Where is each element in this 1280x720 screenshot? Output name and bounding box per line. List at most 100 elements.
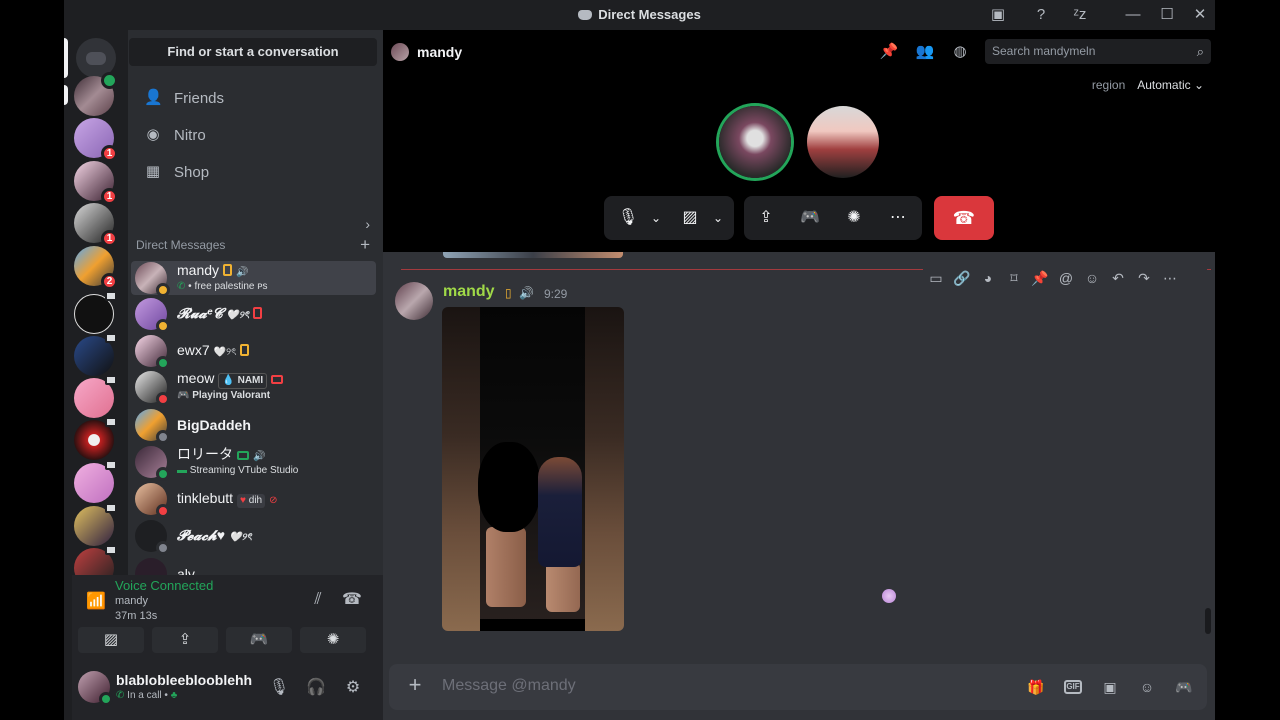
server-10[interactable] bbox=[74, 460, 117, 503]
mobile-icon bbox=[253, 306, 263, 319]
camera-button[interactable]: ▨ bbox=[78, 627, 144, 653]
message-input[interactable]: Message @mandy bbox=[442, 677, 576, 695]
region-selector[interactable]: region Automatic ⌄ bbox=[1092, 78, 1204, 92]
dm-item-meow[interactable]: meow 💧 NAMI 🎮 Playing Valorant bbox=[131, 370, 376, 406]
user-profile-icon[interactable]: ◍ bbox=[950, 42, 970, 62]
voice-status[interactable]: Voice Connected bbox=[115, 578, 213, 593]
sticker-icon[interactable]: ▣ bbox=[1099, 676, 1121, 698]
server-4[interactable]: 1 bbox=[74, 203, 118, 247]
close-icon[interactable]: ✕ bbox=[1190, 5, 1210, 25]
avatar[interactable] bbox=[395, 282, 433, 320]
voice-channel: mandy bbox=[115, 595, 149, 607]
inbox-icon[interactable]: ▣ bbox=[988, 5, 1008, 25]
disconnect-icon[interactable]: ☎ bbox=[341, 589, 363, 611]
minimize-icon[interactable]: — bbox=[1123, 5, 1143, 25]
sleep-icon[interactable]: ᶻz bbox=[1070, 5, 1090, 25]
dm-item-peach[interactable]: 𝓟𝓮𝓪𝓬𝓱♥ 🤍୨ৎ bbox=[131, 519, 376, 555]
server-7[interactable] bbox=[74, 333, 117, 376]
pin-icon[interactable]: 📌 bbox=[1027, 265, 1053, 291]
dm-item-mandy[interactable]: mandy 🔊 ✆ • free palestine ᴘs bbox=[131, 261, 376, 297]
participant-tile-mandy[interactable] bbox=[719, 106, 791, 178]
avatar bbox=[135, 262, 170, 297]
server-8[interactable] bbox=[74, 375, 117, 418]
emoji-icon[interactable]: ☺ bbox=[1136, 676, 1158, 698]
screen-share-button[interactable]: ⇪ bbox=[152, 627, 218, 653]
dm-item-ewx7[interactable]: ewx7 🤍୨ৎ bbox=[131, 334, 376, 370]
microphone-icon[interactable]: 🎙 bbox=[268, 677, 290, 699]
username[interactable]: blablobleeblooblehh bbox=[116, 672, 256, 688]
maximize-icon[interactable]: ☐ bbox=[1157, 5, 1177, 25]
microphone-icon[interactable]: 🎙 bbox=[614, 196, 642, 240]
scrollbar-thumb[interactable] bbox=[1205, 608, 1211, 634]
link-icon[interactable]: 🔗 bbox=[949, 265, 975, 291]
dm-item-lolita[interactable]: ロリータ 🔊 ▬ Streaming VTube Studio bbox=[131, 445, 376, 481]
server-6[interactable] bbox=[74, 291, 117, 334]
server-9[interactable] bbox=[74, 417, 117, 460]
user-status: ✆ In a call • ♣ bbox=[116, 690, 178, 701]
activity-controls: ⇪ 🎮 ✺ ⋯ bbox=[744, 196, 922, 240]
camera-off-icon[interactable]: ▨ bbox=[676, 196, 704, 240]
more-icon[interactable]: ⋯ bbox=[1157, 265, 1183, 291]
chevron-right-icon[interactable]: › bbox=[365, 216, 370, 232]
disconnect-button[interactable]: ☎ bbox=[934, 196, 994, 240]
message-composer[interactable]: + Message @mandy 🎁 GIF ▣ ☺ 🎮 bbox=[389, 664, 1207, 710]
title-bar: Direct Messages ▣ ? ᶻz — ☐ ✕ bbox=[64, 0, 1215, 30]
dnd-icon: ⊘ bbox=[269, 494, 278, 506]
mobile-icon: ▯ bbox=[505, 286, 512, 300]
dm-item-ruae[interactable]: 𝓡𝓾𝓪ᵉ𝓒 🤍୨ৎ bbox=[131, 297, 376, 333]
soundboard-icon[interactable]: ✺ bbox=[840, 196, 868, 240]
nav-nitro[interactable]: ◉ Nitro bbox=[136, 117, 376, 153]
help-icon[interactable]: ? bbox=[1031, 5, 1051, 25]
server-1[interactable] bbox=[74, 72, 118, 116]
collapsed-section[interactable]: › bbox=[136, 216, 376, 232]
screen-share-icon[interactable]: ⇪ bbox=[752, 196, 780, 240]
status-indicator bbox=[156, 541, 170, 555]
more-options-icon[interactable]: ⋯ bbox=[884, 196, 912, 240]
add-attachment-icon[interactable]: + bbox=[403, 673, 427, 697]
mention-icon[interactable]: ◕ bbox=[975, 265, 1001, 291]
find-conversation-button[interactable]: Find or start a conversation bbox=[129, 38, 377, 66]
gift-icon[interactable]: 🎁 bbox=[1025, 676, 1047, 698]
add-friend-icon[interactable]: 👥 bbox=[915, 42, 935, 62]
server-11[interactable] bbox=[74, 503, 117, 546]
reply-icon[interactable]: ↶ bbox=[1105, 265, 1131, 291]
bookmark-icon[interactable]: ⌑ bbox=[1001, 265, 1027, 291]
pin-icon[interactable]: 📌 bbox=[879, 42, 899, 62]
activity-button[interactable]: 🎮 bbox=[226, 627, 292, 653]
search-input[interactable]: Search mandymeln ⌕ bbox=[985, 39, 1211, 64]
headphones-icon[interactable]: 🎧 bbox=[305, 677, 327, 699]
chevron-down-icon[interactable]: ⌄ bbox=[642, 196, 670, 240]
dm-item-aly[interactable]: aly bbox=[131, 557, 376, 575]
soundboard-button[interactable]: ✺ bbox=[300, 627, 366, 653]
at-icon[interactable]: @ bbox=[1053, 265, 1079, 291]
nav-friends[interactable]: 👤 Friends bbox=[136, 80, 376, 116]
create-dm-icon[interactable]: + bbox=[360, 235, 370, 255]
previous-attachment[interactable] bbox=[443, 252, 623, 258]
copy-id-icon[interactable]: ▭ bbox=[923, 265, 949, 291]
gif-icon[interactable]: GIF bbox=[1064, 680, 1082, 694]
avatar[interactable] bbox=[78, 671, 113, 706]
message-author[interactable]: mandy bbox=[443, 283, 495, 301]
dm-item-bigdaddeh[interactable]: BigDaddeh bbox=[131, 408, 376, 444]
dm-item-tinklebutt[interactable]: tinklebutt ♥ dih ⊘ bbox=[131, 482, 376, 518]
activity-icon[interactable]: 🎮 bbox=[1173, 676, 1195, 698]
gamepad-icon[interactable]: 🎮 bbox=[796, 196, 824, 240]
noise-suppression-icon[interactable]: ⫽ bbox=[307, 589, 329, 611]
server-5[interactable]: 2 bbox=[74, 246, 118, 290]
server-12[interactable] bbox=[74, 545, 117, 575]
call-area: mandy 📌 👥 ◍ Search mandymeln ⌕ region Auto… bbox=[383, 30, 1215, 252]
participant-tile-self[interactable] bbox=[807, 106, 879, 178]
water-icon: 💧 bbox=[222, 375, 235, 386]
emoji-icon[interactable]: ☺ bbox=[1079, 265, 1105, 291]
server-3[interactable]: 1 bbox=[74, 161, 118, 205]
chevron-down-icon[interactable]: ⌄ bbox=[704, 196, 732, 240]
mobile-icon bbox=[223, 263, 233, 276]
image-attachment[interactable] bbox=[442, 307, 624, 631]
server-2[interactable]: 1 bbox=[74, 118, 118, 162]
voice-icon bbox=[101, 72, 118, 89]
active-pill bbox=[64, 38, 68, 78]
gear-icon[interactable]: ⚙ bbox=[342, 677, 364, 699]
forward-icon[interactable]: ↷ bbox=[1131, 265, 1157, 291]
nav-shop[interactable]: ▦ Shop bbox=[136, 154, 376, 190]
signal-icon[interactable]: 📶 bbox=[86, 591, 106, 610]
